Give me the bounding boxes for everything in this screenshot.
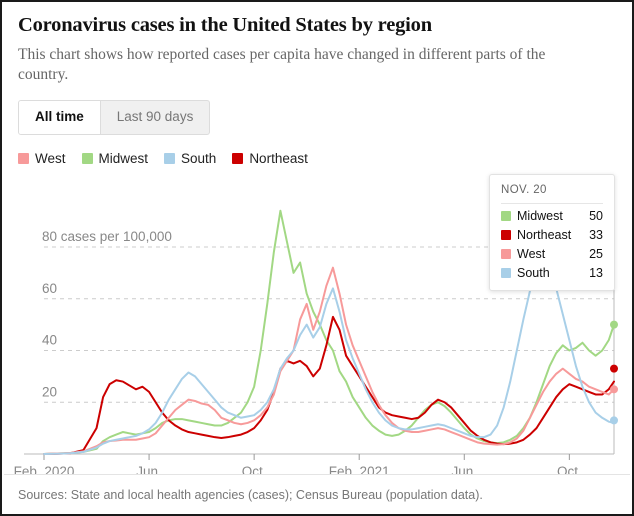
legend-swatch-northeast — [232, 152, 244, 164]
y-tick-label-60: 60 — [42, 281, 57, 296]
chart-subtitle: This chart shows how reported cases per … — [18, 46, 546, 84]
sources-note: Sources: State and local health agencies… — [18, 488, 483, 502]
y-tick-label-40: 40 — [42, 333, 57, 348]
legend-label-northeast: Northeast — [249, 150, 308, 166]
chart-card: Coronavirus cases in the United States b… — [0, 0, 634, 516]
tooltip-swatch-midwest — [501, 211, 511, 221]
tooltip-label-west: West — [517, 247, 546, 261]
tab-all-time[interactable]: All time — [19, 100, 101, 134]
tooltip-value-west: 25 — [589, 247, 603, 261]
endpoint-dot-south — [610, 416, 618, 425]
legend-item-west[interactable]: West — [18, 151, 66, 166]
tooltip-date: NOV. 20 — [501, 184, 603, 204]
tooltip-value-northeast: 33 — [589, 228, 603, 242]
endpoint-dot-midwest — [610, 320, 618, 329]
legend-label-south: South — [181, 150, 217, 166]
tooltip-swatch-south — [501, 268, 511, 278]
legend-swatch-midwest — [81, 152, 93, 164]
y-tick-labels: 20 40 60 80 cases per 100,000 — [42, 229, 172, 399]
legend-item-northeast[interactable]: Northeast — [232, 151, 308, 166]
legend-item-south[interactable]: South — [164, 151, 216, 166]
tooltip-label-midwest: Midwest — [517, 209, 563, 223]
y-tick-label-80: 80 cases per 100,000 — [42, 229, 172, 244]
tooltip-swatch-west — [501, 249, 511, 259]
tooltip-value-south: 13 — [589, 266, 603, 280]
endpoint-dot-northeast — [610, 364, 618, 373]
tooltip-row-midwest: Midwest 50 — [501, 209, 603, 223]
tooltip-row-northeast: Northeast 33 — [501, 228, 603, 242]
tooltip-label-northeast: Northeast — [517, 228, 572, 242]
legend-swatch-south — [164, 152, 176, 164]
chart-tooltip: NOV. 20 Midwest 50 Northeast 33 West 25 … — [489, 174, 615, 291]
legend-label-midwest: Midwest — [98, 150, 149, 166]
y-tick-label-20: 20 — [42, 384, 57, 399]
range-toggle-group[interactable]: All time Last 90 days — [18, 99, 211, 135]
legend-label-west: West — [35, 150, 66, 166]
endpoint-dot-west — [610, 385, 618, 394]
legend-swatch-west — [18, 152, 29, 164]
page-title: Coronavirus cases in the United States b… — [18, 14, 432, 36]
legend-item-midwest[interactable]: Midwest — [81, 150, 149, 166]
tooltip-row-south: South 13 — [501, 266, 603, 280]
tab-last-90-days[interactable]: Last 90 days — [101, 101, 210, 134]
chart-legend: West Midwest South Northeast — [18, 151, 616, 166]
footer-divider — [4, 474, 630, 475]
tooltip-value-midwest: 50 — [589, 209, 603, 223]
tooltip-row-west: West 25 — [501, 247, 603, 261]
tooltip-swatch-northeast — [501, 230, 511, 240]
tooltip-label-south: South — [517, 266, 550, 280]
